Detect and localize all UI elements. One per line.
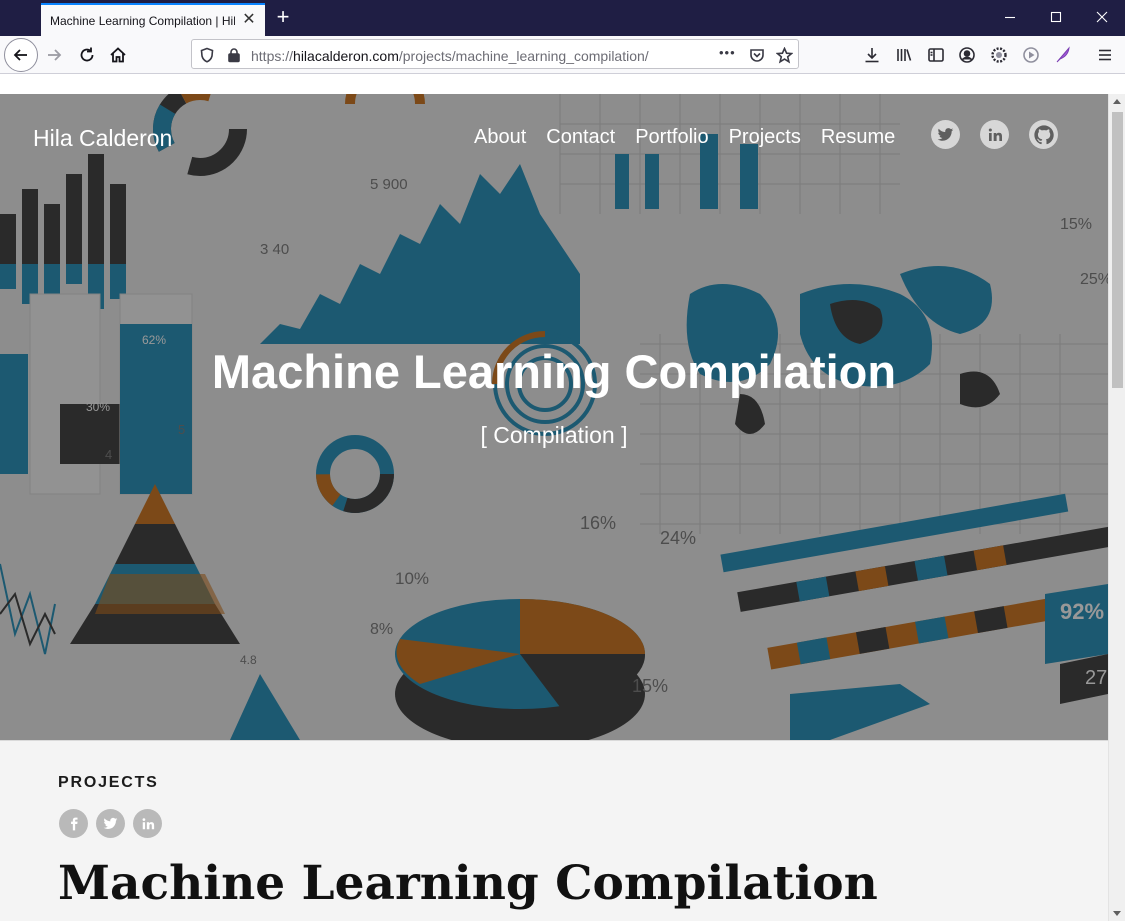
scrollbar-thumb[interactable] (1112, 112, 1123, 388)
extension-settings-icon[interactable] (989, 45, 1009, 65)
maximize-icon[interactable] (1033, 0, 1079, 34)
tab-close-icon[interactable]: ✕ (241, 12, 257, 28)
twitter-icon[interactable] (931, 120, 960, 149)
page-title: Machine Learning Compilation (58, 856, 878, 911)
lock-icon[interactable] (225, 46, 243, 64)
forward-icon[interactable] (38, 39, 70, 71)
nav-link-about[interactable]: About (474, 126, 526, 149)
nav-link-resume[interactable]: Resume (821, 126, 895, 149)
tab-title: Machine Learning Compilation | Hila Cald… (50, 13, 235, 28)
main-nav: About Contact Portfolio Projects Resume (474, 126, 895, 149)
page-actions-menu-icon[interactable]: ••• (719, 45, 736, 60)
library-icon[interactable] (894, 45, 914, 65)
page-viewport: 5 900 3 40 62% 30% 16% 24% 10% 8% 15% 92… (0, 94, 1108, 921)
minimize-icon[interactable] (987, 0, 1033, 34)
close-window-icon[interactable] (1079, 0, 1125, 34)
address-bar[interactable]: https://hilacalderon.com/projects/machin… (191, 39, 799, 69)
bookmark-star-icon[interactable] (775, 46, 793, 64)
facebook-icon[interactable] (59, 809, 88, 838)
quill-extension-icon[interactable] (1053, 45, 1073, 65)
url-prefix: https:// (251, 48, 294, 64)
hero-banner: 5 900 3 40 62% 30% 16% 24% 10% 8% 15% 92… (0, 94, 1108, 740)
browser-toolbar: https://hilacalderon.com/projects/machin… (0, 36, 1125, 74)
nav-link-portfolio[interactable]: Portfolio (635, 126, 708, 149)
url-path: /projects/machine_learning_compilation/ (398, 48, 649, 64)
home-icon[interactable] (102, 39, 134, 71)
account-icon[interactable] (957, 45, 977, 65)
content-section: PROJECTS Machine Learning Compilation (0, 740, 1108, 921)
hero-title: Machine Learning Compilation (211, 345, 897, 398)
media-play-icon[interactable] (1021, 45, 1041, 65)
scroll-up-arrow-icon[interactable] (1113, 99, 1121, 104)
url-host: hilacalderon.com (293, 48, 399, 64)
site-brand[interactable]: Hila Calderon (33, 125, 172, 152)
new-tab-icon[interactable]: + (272, 6, 294, 28)
hero-dark-overlay (0, 94, 1108, 740)
section-label[interactable]: PROJECTS (58, 774, 159, 792)
hamburger-menu-icon[interactable] (1095, 45, 1115, 65)
back-icon[interactable] (4, 38, 38, 72)
reload-icon[interactable] (71, 39, 103, 71)
shield-icon[interactable] (198, 46, 216, 64)
hero-subtitle: [ Compilation ] (480, 422, 628, 448)
twitter-icon[interactable] (96, 809, 125, 838)
browser-titlebar: Machine Learning Compilation | Hila Cald… (0, 0, 1125, 36)
browser-tab[interactable]: Machine Learning Compilation | Hila Cald… (41, 3, 265, 36)
vertical-scrollbar[interactable] (1108, 94, 1125, 921)
github-icon[interactable] (1029, 120, 1058, 149)
scroll-down-arrow-icon[interactable] (1113, 911, 1121, 916)
pocket-icon[interactable] (748, 46, 766, 64)
url-text[interactable]: https://hilacalderon.com/projects/machin… (251, 48, 649, 64)
downloads-icon[interactable] (862, 45, 882, 65)
nav-link-projects[interactable]: Projects (729, 126, 801, 149)
nav-link-contact[interactable]: Contact (546, 126, 615, 149)
linkedin-icon[interactable] (980, 120, 1009, 149)
sidebar-icon[interactable] (926, 45, 946, 65)
linkedin-icon[interactable] (133, 809, 162, 838)
